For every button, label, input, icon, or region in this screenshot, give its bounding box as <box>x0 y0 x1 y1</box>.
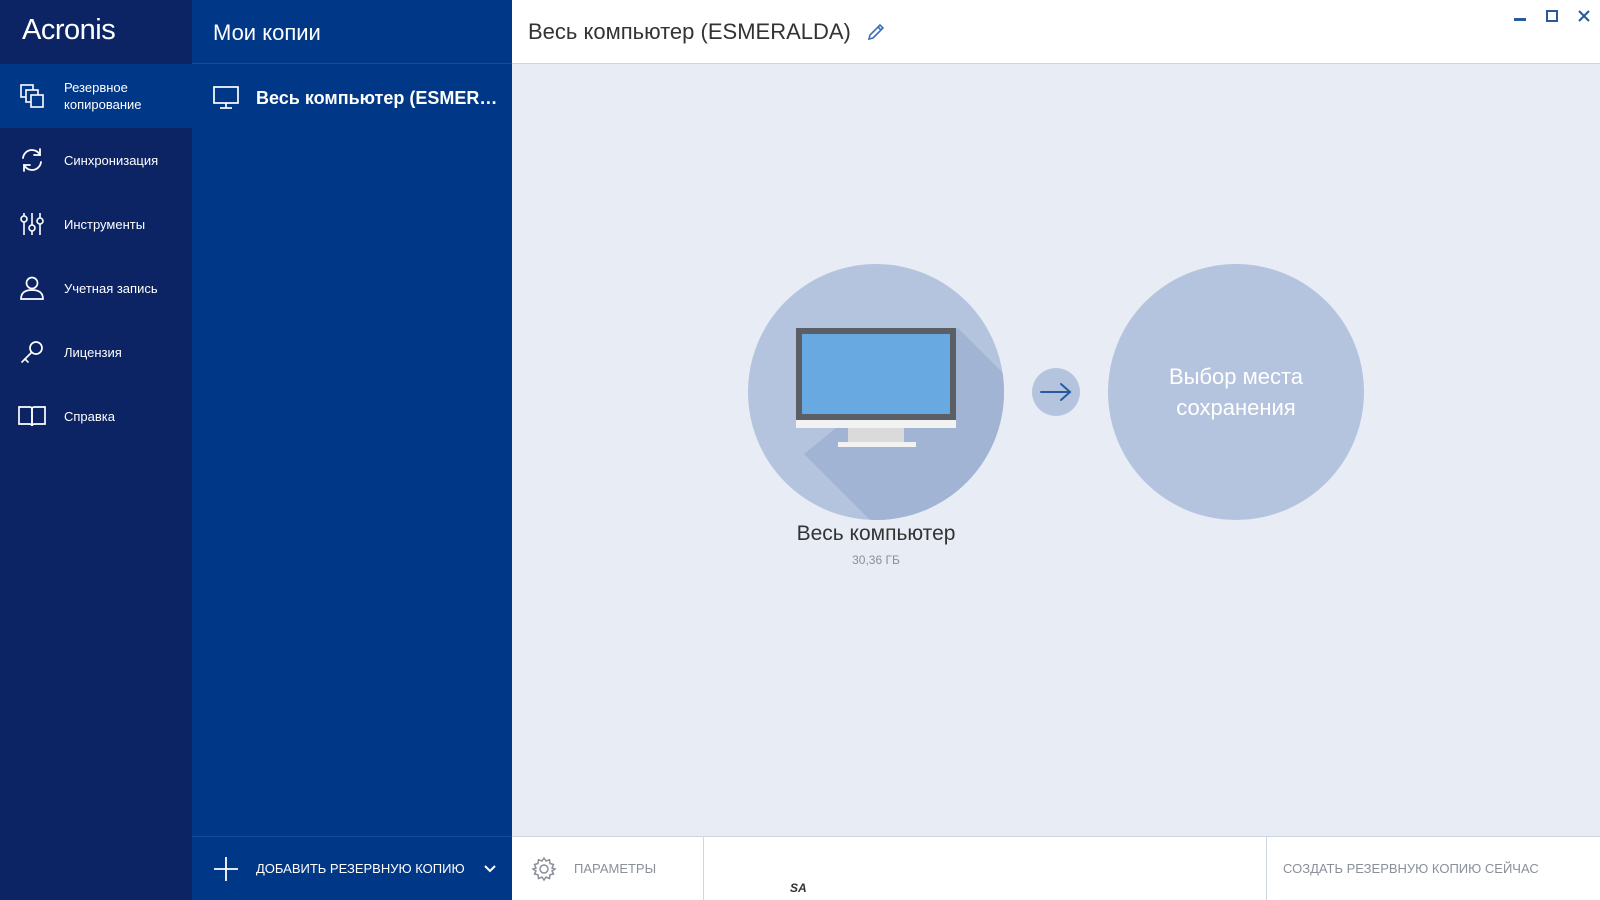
plus-icon <box>212 855 240 883</box>
arrow-right-icon <box>1040 383 1072 401</box>
nav-item-sync[interactable]: Синхронизация <box>0 128 192 192</box>
nav-item-account[interactable]: Учетная запись <box>0 256 192 320</box>
chevron-down-icon[interactable] <box>482 861 498 877</box>
source-size: 30,36 ГБ <box>852 553 900 567</box>
settings-button[interactable]: ПАРАМЕТРЫ <box>512 837 704 900</box>
account-icon <box>18 274 46 302</box>
help-book-icon <box>18 402 46 430</box>
backup-source-circle[interactable] <box>748 264 1004 520</box>
sync-icon <box>18 146 46 174</box>
nav-item-label: Синхронизация <box>64 152 159 168</box>
add-backup-label: ДОБАВИТЬ РЕЗЕРВНУЮ КОПИЮ <box>256 861 465 876</box>
computer-monitor-icon <box>796 328 1004 520</box>
source-title: Весь компьютер <box>796 522 956 545</box>
left-navigation: Acronis Резервное копирование Синхрониза… <box>0 0 192 900</box>
minimize-icon[interactable] <box>1512 8 1528 24</box>
monitor-icon <box>212 84 240 112</box>
destination-label: Выбор места сохранения <box>1168 364 1304 420</box>
arrow-right-button[interactable] <box>1032 368 1080 416</box>
close-icon[interactable] <box>1576 8 1592 24</box>
watermark-mark: SA <box>790 881 807 895</box>
choose-destination-circle[interactable]: Выбор места сохранения <box>1108 264 1364 520</box>
nav-item-help[interactable]: Справка <box>0 384 192 448</box>
backup-title: Весь компьютер (ESMERALDA) <box>528 18 851 44</box>
tools-icon <box>18 210 46 238</box>
nav-item-label: Инструменты <box>64 216 146 232</box>
add-backup-button[interactable]: ДОБАВИТЬ РЕЗЕРВНУЮ КОПИЮ <box>192 836 512 900</box>
pencil-edit-icon[interactable] <box>865 21 887 43</box>
main-footer: ПАРАМЕТРЫ SA СОЗДАТЬ РЕЗЕРВНУЮ КОПИЮ СЕЙ… <box>512 836 1600 900</box>
gear-icon <box>530 855 558 883</box>
nav-item-tools[interactable]: Инструменты <box>0 192 192 256</box>
backup-icon <box>18 82 46 110</box>
backup-list-panel: Мои копии Весь компьютер (ESMERALDA) ДОБ… <box>192 0 512 900</box>
settings-label: ПАРАМЕТРЫ <box>574 861 657 876</box>
acronis-logo: Acronis <box>22 14 116 46</box>
create-backup-now-button[interactable]: СОЗДАТЬ РЕЗЕРВНУЮ КОПИЮ СЕЙЧАС <box>1267 837 1600 900</box>
main-area: Весь компьютер (ESMERALDA) Выбор места с… <box>512 0 1600 900</box>
list-title: Мои копии <box>192 0 512 64</box>
nav-item-backup[interactable]: Резервное копирование <box>0 64 192 128</box>
nav-item-label: Справка <box>64 408 115 424</box>
footer-middle: SA <box>704 837 1267 900</box>
nav-item-license[interactable]: Лицензия <box>0 320 192 384</box>
nav-item-label: Учетная запись <box>64 280 158 296</box>
nav-item-label: Резервное копирование <box>64 80 142 112</box>
maximize-icon[interactable] <box>1544 8 1560 24</box>
main-header: Весь компьютер (ESMERALDA) <box>512 0 1600 64</box>
create-backup-now-label: СОЗДАТЬ РЕЗЕРВНУЮ КОПИЮ СЕЙЧАС <box>1283 861 1539 876</box>
nav-item-label: Лицензия <box>64 344 122 360</box>
license-key-icon <box>18 338 46 366</box>
backup-list-item-label: Весь компьютер (ESMERALDA) <box>256 87 510 108</box>
backup-list-item[interactable]: Весь компьютер (ESMERALDA) <box>192 64 512 132</box>
